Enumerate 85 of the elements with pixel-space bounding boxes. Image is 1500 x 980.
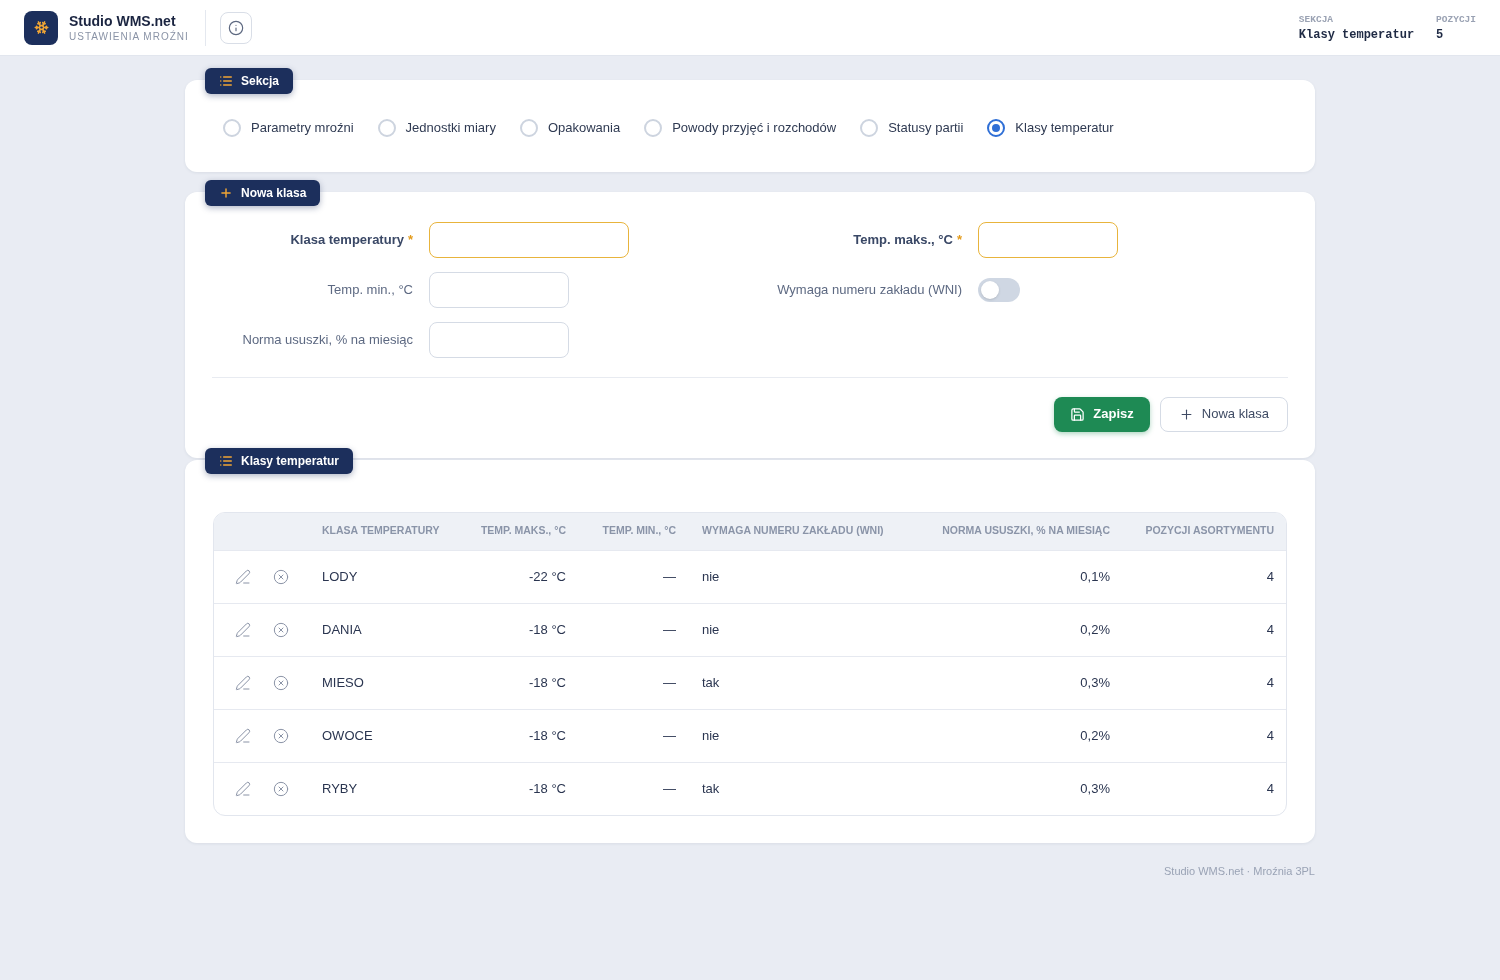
pencil-icon[interactable]	[235, 621, 251, 638]
plus-icon	[219, 185, 233, 200]
table-cell-text: 0,1%	[1079, 567, 1111, 586]
table-cell-text: tak	[701, 779, 721, 798]
table-cell-text: —	[662, 726, 677, 745]
pencil-icon[interactable]	[235, 568, 251, 585]
table-cell-text: —	[662, 567, 677, 586]
table-cell-text: 0,3%	[1079, 673, 1111, 692]
input-field[interactable]	[429, 321, 569, 358]
table-cell-text: 0,2%	[1079, 620, 1111, 639]
new-class-button[interactable]: Nowa klasa	[1159, 396, 1288, 432]
table-cell-text: 4	[1265, 779, 1275, 798]
footer-text: Studio WMS.net · Mroźnia 3PL	[1164, 863, 1315, 879]
column-header: NORMA USUSZKI, % NA MIESIĄC	[941, 523, 1111, 539]
snowflake-logo-icon	[24, 10, 58, 45]
x-circle-icon[interactable]	[273, 780, 289, 797]
table-cell-text: -18 °C	[528, 726, 567, 745]
table-cell-text: -18 °C	[528, 673, 567, 692]
table-cell-text: -22 °C	[528, 567, 567, 586]
table-cell-text: tak	[701, 673, 721, 692]
column-header: TEMP. MAKS., °C	[479, 523, 567, 539]
table-cell-text: —	[662, 620, 677, 639]
column-header: POZYCJI ASORTYMENTU	[1144, 523, 1275, 539]
table-cell-text: -18 °C	[528, 779, 567, 798]
field-label: Temp. maks., °C	[853, 230, 953, 249]
input-field[interactable]	[978, 221, 1118, 258]
x-circle-icon[interactable]	[273, 621, 289, 638]
list-icon	[219, 453, 233, 468]
radio-button[interactable]	[987, 118, 1006, 137]
table-cell-text: -18 °C	[528, 620, 567, 639]
field-label: Temp. min., °C	[327, 280, 413, 299]
column-header: KLASA TEMPERATURY	[321, 523, 441, 539]
input-field[interactable]	[429, 271, 569, 308]
table-cell-text: nie	[701, 726, 721, 745]
table-cell-text: 0,2%	[1079, 726, 1111, 745]
info-icon	[227, 19, 244, 36]
app-title: Studio WMS.net	[69, 12, 177, 30]
pencil-icon[interactable]	[235, 727, 251, 744]
table-cell-text: MIESO	[321, 673, 365, 692]
table-cell-text: 0,3%	[1079, 779, 1111, 798]
save-icon	[1070, 406, 1086, 422]
table-cell-text: LODY	[321, 567, 359, 586]
info-button[interactable]	[219, 11, 252, 44]
column-header: TEMP. MIN., °C	[601, 523, 677, 539]
list-icon	[219, 74, 233, 88]
field-label: Wymaga numeru zakładu (WNI)	[777, 280, 962, 299]
section-option[interactable]: Opakowania	[519, 118, 621, 138]
section-option[interactable]: Powody przyjęć i rozchodów	[644, 118, 837, 138]
column-header: WYMAGA NUMERU ZAKŁADU (WNI)	[701, 523, 885, 539]
plus-icon	[1178, 406, 1194, 422]
section-option[interactable]: Parametry mroźni	[223, 118, 354, 138]
table-cell-text: nie	[701, 567, 721, 586]
x-circle-icon[interactable]	[273, 727, 289, 744]
required-mark: *	[407, 230, 413, 249]
stat-value: 5	[1436, 26, 1445, 43]
toggle-switch[interactable]	[978, 277, 1020, 302]
table-cell-text: —	[662, 779, 677, 798]
field-label: Klasa temperatury	[290, 230, 404, 249]
section-option[interactable]: Klasy temperatur	[987, 118, 1114, 138]
card-title: Nowa klasa	[241, 184, 307, 202]
save-button[interactable]: Zapisz	[1054, 396, 1150, 432]
x-circle-icon[interactable]	[273, 674, 289, 691]
x-circle-icon[interactable]	[273, 568, 289, 585]
section-option[interactable]: Statusy partii	[860, 118, 964, 138]
pencil-icon[interactable]	[235, 674, 251, 691]
stat-label: POZYCJI	[1436, 12, 1476, 27]
table-cell-text: OWOCE	[321, 726, 374, 745]
pencil-icon[interactable]	[235, 780, 251, 797]
field-label: Norma ususzki, % na miesiąc	[242, 330, 413, 349]
table-cell-text: DANIA	[321, 620, 363, 639]
table-cell-text: 4	[1265, 620, 1275, 639]
table-cell-text: 4	[1265, 726, 1275, 745]
app-subtitle: USTAWIENIA MROŹNI	[69, 30, 189, 43]
card-title: Klasy temperatur	[241, 452, 340, 470]
table-cell-text: 4	[1265, 567, 1275, 586]
stat-label: SEKCJA	[1298, 12, 1335, 27]
required-mark: *	[956, 230, 962, 249]
table-cell-text: 4	[1265, 673, 1275, 692]
input-field[interactable]	[429, 221, 629, 258]
section-option[interactable]: Jednostki miary	[377, 118, 496, 138]
table-cell-text: —	[662, 673, 677, 692]
stat-value: Klasy temperatur	[1298, 26, 1415, 43]
card-title: Sekcja	[241, 73, 280, 90]
table-cell-text: nie	[701, 620, 721, 639]
table-cell-text: RYBY	[321, 779, 359, 798]
